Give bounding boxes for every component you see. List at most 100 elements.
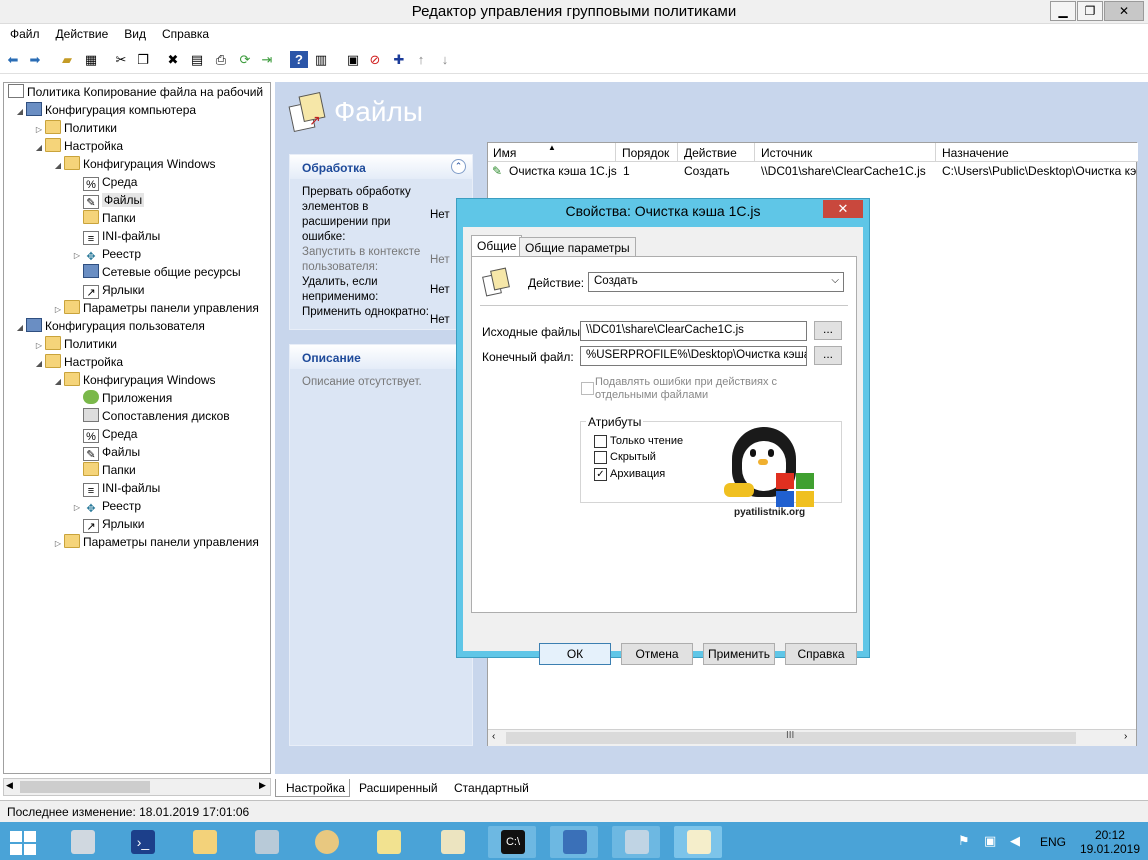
taskbar-cmd[interactable]: C:\ xyxy=(488,826,536,858)
tree-horizontal-scrollbar[interactable]: ◀ ▶ xyxy=(3,778,271,796)
apply-button[interactable]: Применить xyxy=(703,643,775,665)
back-icon[interactable]: ⬅ xyxy=(4,51,22,68)
collapse-chevron-icon[interactable]: ⌃ xyxy=(451,159,466,174)
readonly-checkbox[interactable] xyxy=(594,435,607,448)
tree-u-cpanel[interactable]: ▷ Параметры панели управления xyxy=(52,533,259,551)
tree-c-files[interactable]: ✎ Файлы xyxy=(71,191,145,209)
restore-button[interactable]: ❐ xyxy=(1077,1,1103,21)
tab-extended[interactable]: Расширенный xyxy=(359,779,438,797)
start-windows-icon[interactable] xyxy=(10,831,38,855)
tree-u-settings[interactable]: ◢ Настройка xyxy=(33,353,123,371)
tree-u-drives[interactable]: Сопоставления дисков xyxy=(71,407,230,425)
list-horizontal-scrollbar[interactable]: ‹ III › xyxy=(488,729,1136,746)
tree-u-shortcuts[interactable]: ↗ Ярлыки xyxy=(71,515,145,533)
tab-general[interactable]: Общие xyxy=(471,235,523,257)
tree-c-winconf[interactable]: ◢ Конфигурация Windows xyxy=(52,155,216,173)
taskbar-remote[interactable] xyxy=(550,826,598,858)
taskbar-powershell[interactable]: ›_ xyxy=(118,826,166,858)
tree-root[interactable]: Политика Копирование файла на рабочий xyxy=(8,83,263,101)
action-pane-icon[interactable]: ▥ xyxy=(312,51,330,68)
column-destination[interactable]: Назначение xyxy=(937,143,1137,162)
tree-c-folders[interactable]: Папки xyxy=(71,209,136,227)
archive-checkbox[interactable]: ✓ xyxy=(594,468,607,481)
taskbar-network[interactable] xyxy=(242,826,290,858)
tree-u-folders[interactable]: Папки xyxy=(71,461,136,479)
refresh-icon[interactable]: ⟳ xyxy=(236,51,254,68)
tree-u-env[interactable]: % Среда xyxy=(71,425,137,443)
minimize-button[interactable]: ▁ xyxy=(1050,1,1076,21)
menu-view[interactable]: Вид xyxy=(114,24,152,41)
taskbar-scheduler[interactable] xyxy=(302,826,350,858)
tree-c-ini[interactable]: ≡ INI-файлы xyxy=(71,227,160,245)
column-order[interactable]: Порядок xyxy=(617,143,678,162)
scroll-left-icon[interactable]: ‹ xyxy=(492,731,495,742)
show-tree-icon[interactable]: ▦ xyxy=(82,51,100,68)
taskbar-aduc[interactable] xyxy=(612,826,660,858)
up-folder-icon[interactable]: ▰ xyxy=(58,51,76,68)
tray-network-icon[interactable]: ▣ xyxy=(984,833,996,849)
export-icon[interactable]: ⇥ xyxy=(258,51,276,68)
tree-c-policies[interactable]: ▷ Политики xyxy=(33,119,117,137)
tray-volume-icon[interactable]: ◀ xyxy=(1010,833,1020,849)
tab-settings[interactable]: Настройка xyxy=(275,779,351,797)
tree-u-files[interactable]: ✎ Файлы xyxy=(71,443,140,461)
tree-c-cpanel[interactable]: ▷ Параметры панели управления xyxy=(52,299,259,317)
hidden-checkbox[interactable] xyxy=(594,451,607,464)
new-icon[interactable]: ▣ xyxy=(344,51,362,68)
tree-computer-config[interactable]: ◢ Конфигурация компьютера xyxy=(14,101,196,119)
table-row[interactable]: ✎ Очистка кэша 1С.js 1 Создать \\DC01\sh… xyxy=(488,162,1136,181)
help-button[interactable]: Справка xyxy=(785,643,857,665)
tree-u-apps[interactable]: Приложения xyxy=(71,389,172,407)
language-indicator[interactable]: ENG xyxy=(1040,835,1066,849)
action-select[interactable]: Создать ⌵ xyxy=(588,272,844,292)
dialog-close-button[interactable]: ✕ xyxy=(823,200,863,218)
column-source[interactable]: Источник xyxy=(756,143,936,162)
properties-icon[interactable]: ▤ xyxy=(188,51,206,68)
tree-u-winconf[interactable]: ◢ Конфигурация Windows xyxy=(52,371,216,389)
tab-common-options[interactable]: Общие параметры xyxy=(519,237,636,257)
scroll-thumb[interactable] xyxy=(20,781,150,793)
taskbar-explorer[interactable] xyxy=(180,826,228,858)
menu-help[interactable]: Справка xyxy=(152,24,215,41)
help-icon[interactable]: ? xyxy=(290,51,308,68)
tree-user-config[interactable]: ◢ Конфигурация пользователя xyxy=(14,317,205,335)
cut-icon[interactable]: ✂ xyxy=(112,51,130,68)
scroll-right-icon[interactable]: ▶ xyxy=(259,780,266,791)
tray-clock[interactable]: 20:12 19.01.2019 xyxy=(1080,828,1140,856)
delete-icon[interactable]: ✖ xyxy=(164,51,182,68)
menu-file[interactable]: Файл xyxy=(0,24,46,41)
menu-action[interactable]: Действие xyxy=(46,24,115,41)
add-icon[interactable]: ✚ xyxy=(390,51,408,68)
print-icon[interactable]: ⎙ xyxy=(212,51,230,68)
taskbar-notes[interactable] xyxy=(364,826,412,858)
tree-c-registry[interactable]: ▷ ✥ Реестр xyxy=(71,245,141,263)
scroll-right-icon[interactable]: › xyxy=(1124,731,1127,742)
tree-u-ini[interactable]: ≡ INI-файлы xyxy=(71,479,160,497)
scroll-left-icon[interactable]: ◀ xyxy=(6,780,13,791)
move-down-icon[interactable]: ↓ xyxy=(436,51,454,68)
tree-u-registry[interactable]: ▷ ✥ Реестр xyxy=(71,497,141,515)
move-up-icon[interactable]: ↑ xyxy=(412,51,430,68)
source-files-input[interactable]: \\DC01\share\ClearCache1C.js xyxy=(580,321,807,341)
suppress-errors-checkbox[interactable] xyxy=(581,382,594,395)
taskbar-server-manager[interactable] xyxy=(58,826,106,858)
copy-icon[interactable]: ❐ xyxy=(134,51,152,68)
tree-u-policies[interactable]: ▷ Политики xyxy=(33,335,117,353)
browse-destination-button[interactable]: ... xyxy=(814,346,842,365)
tree-c-shares[interactable]: Сетевые общие ресурсы xyxy=(71,263,241,281)
forward-icon[interactable]: ➡ xyxy=(26,51,44,68)
stop-icon[interactable]: ⊘ xyxy=(366,51,384,68)
destination-file-input[interactable]: %USERPROFILE%\Desktop\Очистка кэша 1С xyxy=(580,346,807,366)
tree-c-settings[interactable]: ◢ Настройка xyxy=(33,137,123,155)
cancel-button[interactable]: Отмена xyxy=(621,643,693,665)
tray-flag-icon[interactable]: ⚑ xyxy=(958,833,970,849)
column-action[interactable]: Действие xyxy=(679,143,755,162)
ok-button[interactable]: ОК xyxy=(539,643,611,665)
tree-c-env[interactable]: % Среда xyxy=(71,173,137,191)
tree-c-shortcuts[interactable]: ↗ Ярлыки xyxy=(71,281,145,299)
taskbar-gpo-editor[interactable] xyxy=(674,826,722,858)
close-button[interactable]: ✕ xyxy=(1104,1,1144,21)
taskbar-gpmc[interactable] xyxy=(428,826,476,858)
tab-standard[interactable]: Стандартный xyxy=(454,779,529,797)
browse-source-button[interactable]: ... xyxy=(814,321,842,340)
